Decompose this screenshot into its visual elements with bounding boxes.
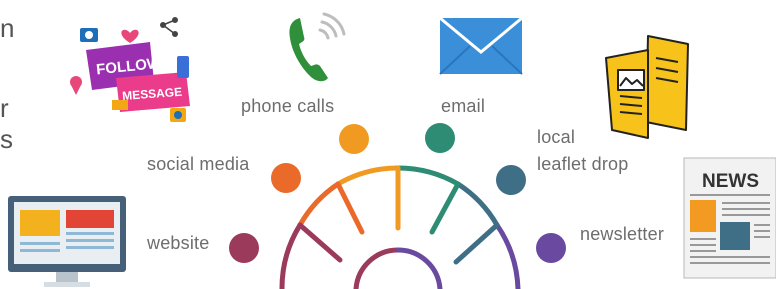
arc-email <box>395 165 461 187</box>
newspaper-icon: NEWS <box>683 157 776 279</box>
email-icon <box>439 16 523 75</box>
label-email: email <box>441 96 486 116</box>
arc-social <box>297 181 341 228</box>
arc-website <box>279 222 303 289</box>
phone-icon <box>289 12 346 82</box>
newspaper-title: NEWS <box>702 171 759 192</box>
marketing-channels-diagram: n r s FOLLOW MESSAGE NEWS website social… <box>0 0 776 289</box>
hub-arcs <box>279 165 521 289</box>
label-social-media: social media <box>147 154 250 174</box>
leaflet-icon <box>605 35 689 139</box>
label-local: local <box>537 127 576 147</box>
website-icon <box>8 196 126 287</box>
social-media-icon: FOLLOW MESSAGE <box>70 17 190 122</box>
label-newsletter: newsletter <box>580 224 665 244</box>
dot-leaflet <box>496 165 526 195</box>
arc-phone <box>335 165 401 187</box>
dot-phone <box>339 124 369 154</box>
dot-newsletter <box>536 233 566 263</box>
dot-social <box>271 163 301 193</box>
diagram-canvas: FOLLOW MESSAGE NEWS <box>8 12 776 289</box>
label-website: website <box>147 233 210 253</box>
label-phone-calls: phone calls <box>241 96 335 116</box>
dot-website <box>229 233 259 263</box>
dot-email <box>425 123 455 153</box>
arc-newsletter <box>494 222 521 289</box>
arc-leaflet <box>455 181 500 228</box>
label-leaflet-drop: leaflet drop <box>537 154 629 174</box>
